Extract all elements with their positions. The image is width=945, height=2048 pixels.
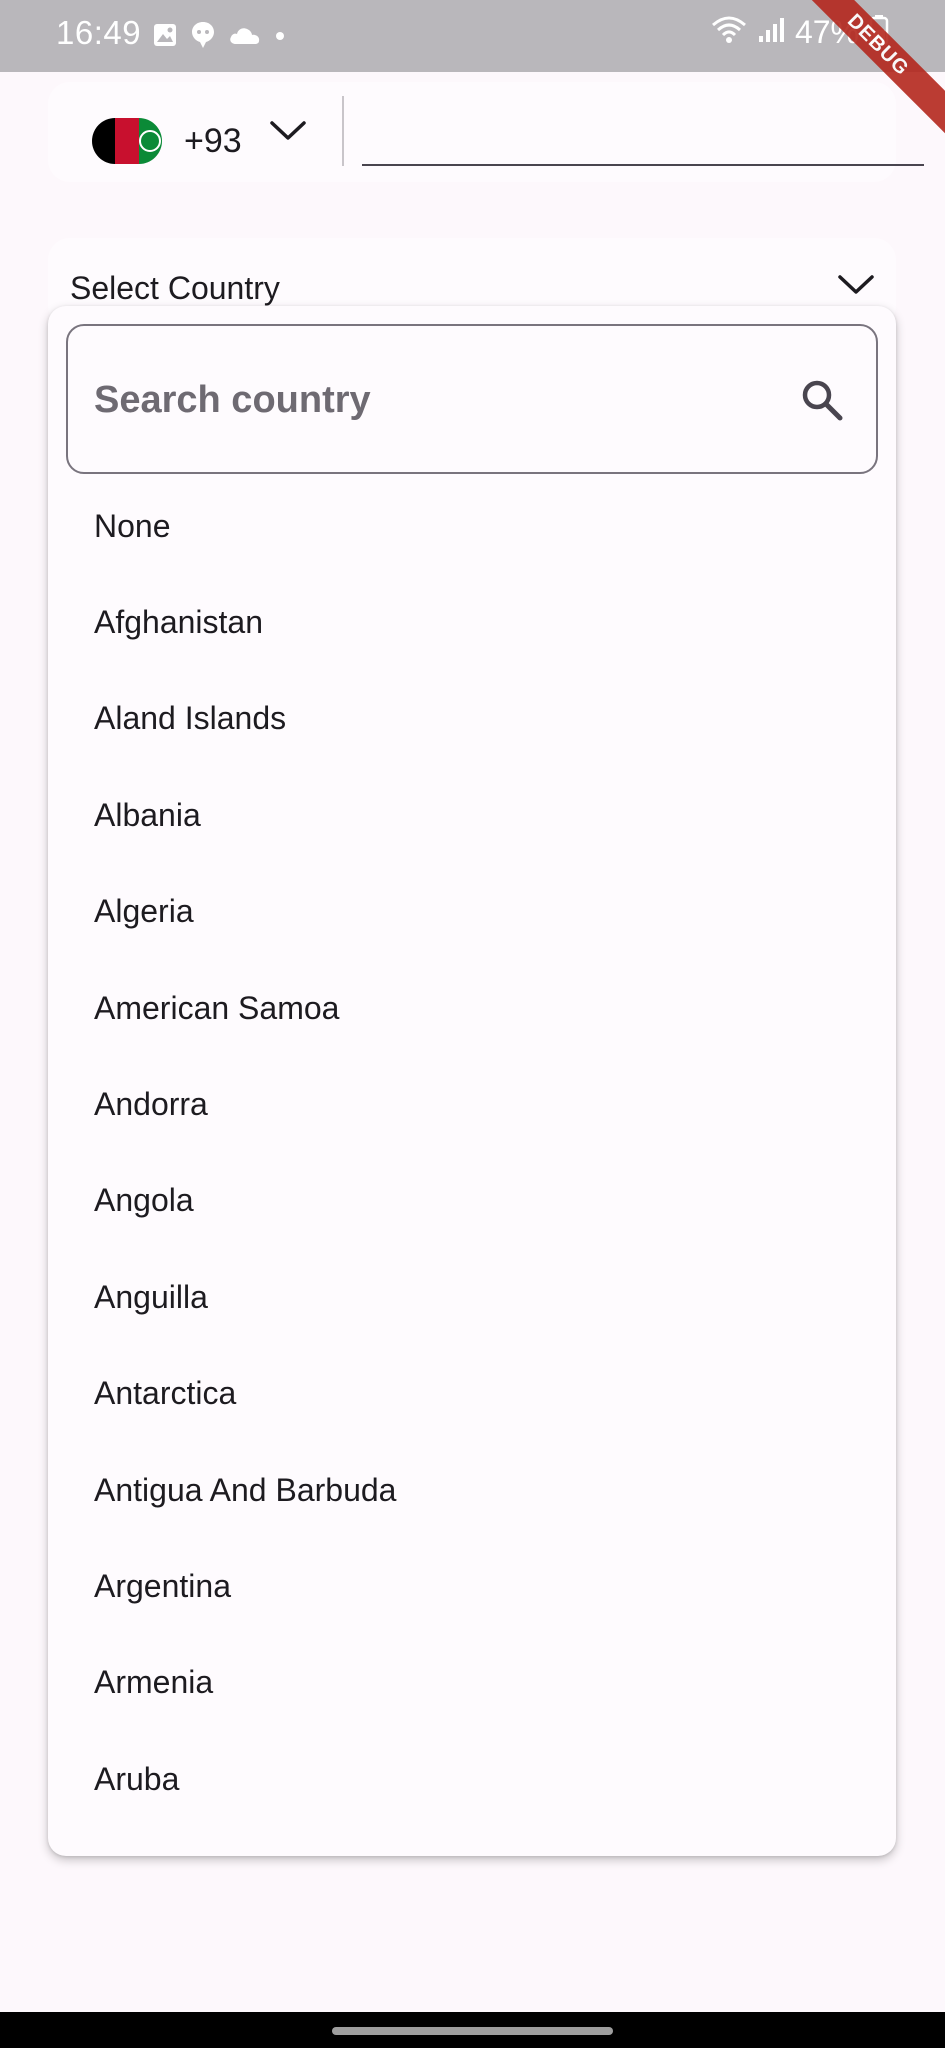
chevron-down-icon bbox=[836, 272, 876, 303]
phone-number-input[interactable] bbox=[362, 102, 924, 166]
search-box bbox=[66, 324, 878, 474]
status-bar: 16:49 47% DEBUG bbox=[0, 0, 945, 144]
search-input[interactable] bbox=[94, 362, 774, 438]
phone-number-field: +93 bbox=[48, 82, 924, 182]
notification-icons bbox=[152, 20, 286, 55]
list-item[interactable]: Aland Islands bbox=[48, 671, 896, 767]
country-dropdown: None Afghanistan Aland Islands Albania A… bbox=[48, 306, 896, 1856]
screen: 16:49 47% DEBUG +93 Select Country Searc… bbox=[0, 0, 945, 2048]
list-item[interactable]: Antigua And Barbuda bbox=[48, 1442, 896, 1538]
dial-code[interactable]: +93 bbox=[184, 122, 242, 161]
list-item[interactable]: Angola bbox=[48, 1153, 896, 1249]
home-handle[interactable] bbox=[332, 2027, 613, 2035]
country-list: None Afghanistan Aland Islands Albania A… bbox=[48, 478, 896, 1827]
dot-icon bbox=[274, 29, 286, 47]
list-item[interactable]: Afghanistan bbox=[48, 574, 896, 670]
image-icon bbox=[152, 22, 178, 53]
divider bbox=[342, 96, 344, 166]
search-icon[interactable] bbox=[800, 378, 844, 427]
list-item[interactable]: Albania bbox=[48, 767, 896, 863]
cloud-icon bbox=[228, 24, 262, 51]
status-time: 16:49 bbox=[56, 14, 142, 51]
list-item[interactable]: Antarctica bbox=[48, 1346, 896, 1442]
chat-icon bbox=[190, 20, 216, 55]
wifi-icon bbox=[711, 15, 747, 50]
list-item[interactable]: Argentina bbox=[48, 1538, 896, 1634]
country-select-label: Select Country bbox=[70, 270, 280, 306]
list-item[interactable]: Algeria bbox=[48, 864, 896, 960]
signal-icon bbox=[757, 16, 785, 49]
navigation-bar bbox=[0, 2012, 945, 2048]
list-item[interactable]: Armenia bbox=[48, 1635, 896, 1731]
list-item[interactable]: Anguilla bbox=[48, 1249, 896, 1345]
list-item[interactable]: None bbox=[48, 478, 896, 574]
chevron-down-icon[interactable] bbox=[268, 118, 308, 149]
list-item[interactable]: American Samoa bbox=[48, 960, 896, 1056]
list-item[interactable]: Aruba bbox=[48, 1731, 896, 1827]
list-item[interactable]: Andorra bbox=[48, 1056, 896, 1152]
afghanistan-flag-icon[interactable] bbox=[92, 118, 162, 164]
